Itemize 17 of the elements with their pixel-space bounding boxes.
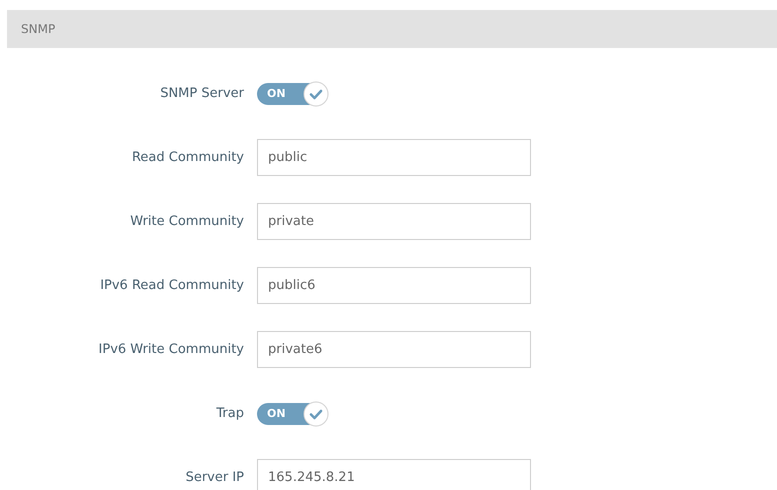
setting-label: Trap	[216, 406, 244, 421]
setting-label: IPv6 Write Community	[98, 342, 244, 357]
check-knob-icon	[303, 400, 329, 426]
setting-label: Write Community	[130, 214, 244, 229]
setting-label: IPv6 Read Community	[100, 278, 244, 293]
text-field[interactable]: 165.245.8.21	[257, 459, 531, 490]
setting-label: Read Community	[132, 150, 244, 165]
toggle-switch[interactable]: ON	[257, 402, 327, 424]
text-field[interactable]: private6	[257, 331, 531, 368]
section-header: SNMP	[7, 10, 777, 48]
check-knob-icon	[303, 80, 329, 106]
setting-label: Server IP	[186, 470, 244, 485]
toggle-switch[interactable]: ON	[257, 82, 327, 104]
text-field[interactable]: private	[257, 203, 531, 240]
setting-label: SNMP Server	[160, 86, 244, 101]
text-field[interactable]: public6	[257, 267, 531, 304]
text-field[interactable]: public	[257, 139, 531, 176]
